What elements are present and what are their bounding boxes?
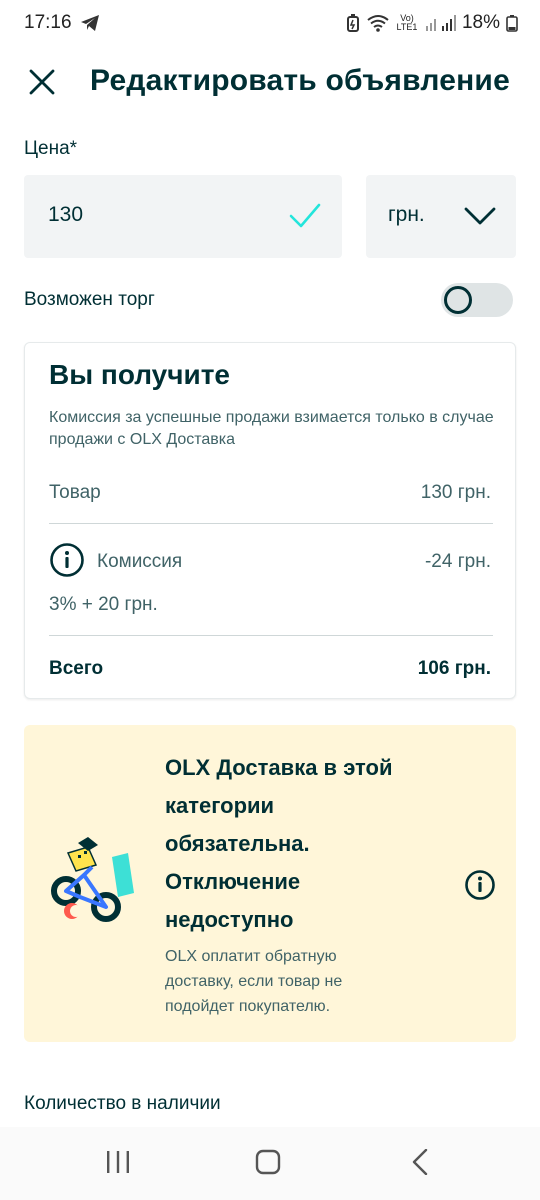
status-time: 17:16 (24, 12, 72, 33)
divider (49, 635, 493, 636)
telegram-icon (80, 14, 100, 37)
home-icon[interactable] (254, 1149, 282, 1180)
signal-icon (424, 14, 456, 32)
receive-card: Вы получите Комиссия за успешные продажи… (24, 342, 516, 699)
volte-icon: Vo) LTE1 (396, 13, 418, 32)
total-value: 106 грн. (417, 658, 491, 679)
page-title: Редактировать объявление (90, 64, 510, 97)
delivery-description: OLX оплатит обратную доставку, если това… (165, 948, 343, 1015)
info-icon[interactable] (49, 542, 85, 583)
price-input[interactable]: 130 (24, 175, 342, 258)
app-header: Редактировать объявление (0, 50, 540, 114)
recent-apps-icon[interactable] (104, 1149, 132, 1180)
chevron-down-icon (464, 205, 496, 232)
battery-percent: 18% (461, 12, 500, 33)
status-bar: 17:16 Vo) LTE1 18% (0, 0, 540, 50)
item-value: 130 грн. (420, 482, 491, 503)
status-indicators: Vo) LTE1 18% (346, 12, 518, 34)
price-label: Цена* (24, 138, 78, 159)
commission-label: Комиссия (97, 551, 183, 572)
commission-value: -24 грн. (424, 551, 491, 572)
negotiable-label: Возможен торг (24, 289, 155, 310)
currency-value: грн. (388, 203, 425, 226)
toggle-knob (444, 286, 472, 314)
delivery-info-card: OLX Доставка в этой категории обязательн… (24, 725, 516, 1042)
receive-description: Комиссия за успешные продажи взимается т… (49, 409, 494, 448)
wifi-icon (366, 14, 390, 32)
currency-select[interactable]: грн. (366, 175, 516, 258)
negotiable-toggle[interactable] (441, 283, 513, 317)
total-label: Всего (49, 658, 104, 679)
close-icon[interactable] (26, 66, 58, 98)
battery-saver-icon (346, 14, 360, 32)
system-nav-bar (0, 1127, 540, 1200)
delivery-bike-illustration (48, 835, 144, 936)
receive-title: Вы получите (49, 359, 230, 390)
price-value[interactable]: 130 (48, 203, 83, 227)
item-label: Товар (49, 482, 101, 503)
close-button[interactable] (26, 66, 58, 98)
commission-formula: 3% + 20 грн. (49, 594, 158, 615)
battery-icon (506, 14, 518, 32)
delivery-title: OLX Доставка в этой категории обязательн… (165, 755, 393, 932)
quantity-label: Количество в наличии (24, 1093, 221, 1114)
divider (49, 523, 493, 524)
info-icon[interactable] (464, 869, 496, 906)
check-icon (288, 201, 322, 236)
back-icon[interactable] (406, 1148, 434, 1180)
